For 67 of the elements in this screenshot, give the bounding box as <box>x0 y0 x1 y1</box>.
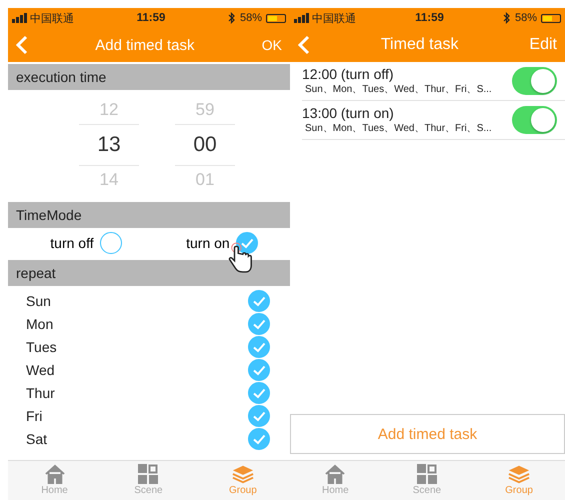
section-header: execution time <box>8 64 290 90</box>
day-label: Thur <box>26 384 55 400</box>
grid-icon <box>138 464 158 484</box>
mode-label: turn off <box>50 235 94 251</box>
checkbox[interactable] <box>248 404 270 426</box>
checkbox[interactable] <box>248 428 270 450</box>
grid-icon <box>416 464 437 484</box>
status-time: 11:59 <box>136 12 166 24</box>
checkbox[interactable] <box>248 336 270 358</box>
task-row[interactable]: 12:00 (turn off) Sun、Mon、Tues、Wed、Thur、Fri、S... <box>302 62 565 101</box>
day-label: Sat <box>26 430 48 446</box>
battery-percent: 58% <box>240 12 262 24</box>
hour-value: 12 <box>100 99 118 121</box>
tab[interactable]: Group <box>505 464 533 497</box>
back-button[interactable] <box>16 35 28 55</box>
layers-icon <box>232 464 254 484</box>
pointer-hand-icon <box>228 242 254 274</box>
minute-value: 01 <box>196 169 214 191</box>
time-picker[interactable]: 12 13 14 59 00 01 <box>8 90 290 200</box>
toggle-switch[interactable] <box>512 106 557 134</box>
carrier-label: 中国联通 <box>12 10 74 26</box>
battery-icon <box>266 14 286 22</box>
toggle-switch[interactable] <box>512 67 557 95</box>
task-days: Sun、Mon、Tues、Wed、Thur、Fri、S... <box>305 82 492 96</box>
bluetooth-icon <box>228 12 236 24</box>
day-label: Fri <box>26 408 42 424</box>
task-title: 12:00 (turn off) <box>302 66 395 82</box>
minute-value: 59 <box>196 99 214 121</box>
tab[interactable]: Scene <box>412 464 442 497</box>
back-button[interactable] <box>298 35 310 55</box>
bluetooth-icon <box>502 12 511 24</box>
day-label: Wed <box>26 362 55 378</box>
checkbox[interactable] <box>248 290 270 312</box>
section-header: TimeMode <box>8 202 290 228</box>
house-icon <box>324 464 346 484</box>
task-days: Sun、Mon、Tues、Wed、Thur、Fri、S... <box>305 121 492 135</box>
signal-icon <box>12 13 28 23</box>
task-title: 13:00 (turn on) <box>302 105 395 121</box>
minute-value: 00 <box>175 124 235 166</box>
tab[interactable]: Home <box>322 464 349 497</box>
tab[interactable]: Group <box>228 464 257 497</box>
battery-icon <box>541 14 561 22</box>
section-header: repeat <box>8 260 290 286</box>
nav-action-button[interactable]: OK <box>262 37 282 53</box>
checkbox[interactable] <box>248 358 270 380</box>
task-row[interactable]: 13:00 (turn on) Sun、Mon、Tues、Wed、Thur、Fri、S... <box>302 101 565 140</box>
nav-action-button[interactable]: Edit <box>529 36 557 54</box>
house-icon <box>44 464 66 484</box>
add-task-button[interactable]: Add timed task <box>290 414 565 454</box>
tab[interactable]: Scene <box>134 464 163 497</box>
checkbox[interactable] <box>100 232 122 254</box>
tab[interactable]: Home <box>41 464 68 497</box>
layers-icon <box>508 464 530 484</box>
checkbox[interactable] <box>248 312 270 334</box>
mode-label: turn on <box>186 235 230 251</box>
checkbox[interactable] <box>248 382 270 404</box>
day-label: Mon <box>26 316 54 332</box>
signal-icon <box>294 13 310 23</box>
screen-title: Add timed task <box>95 36 194 54</box>
carrier-label: 中国联通 <box>294 10 356 26</box>
hour-value: 14 <box>100 169 118 191</box>
status-time: 11:59 <box>415 12 444 24</box>
day-label: Sun <box>26 292 51 308</box>
battery-percent: 58% <box>514 12 537 24</box>
screen-title: Timed task <box>380 36 459 54</box>
hour-value: 13 <box>79 124 139 166</box>
day-label: Tues <box>26 338 57 354</box>
